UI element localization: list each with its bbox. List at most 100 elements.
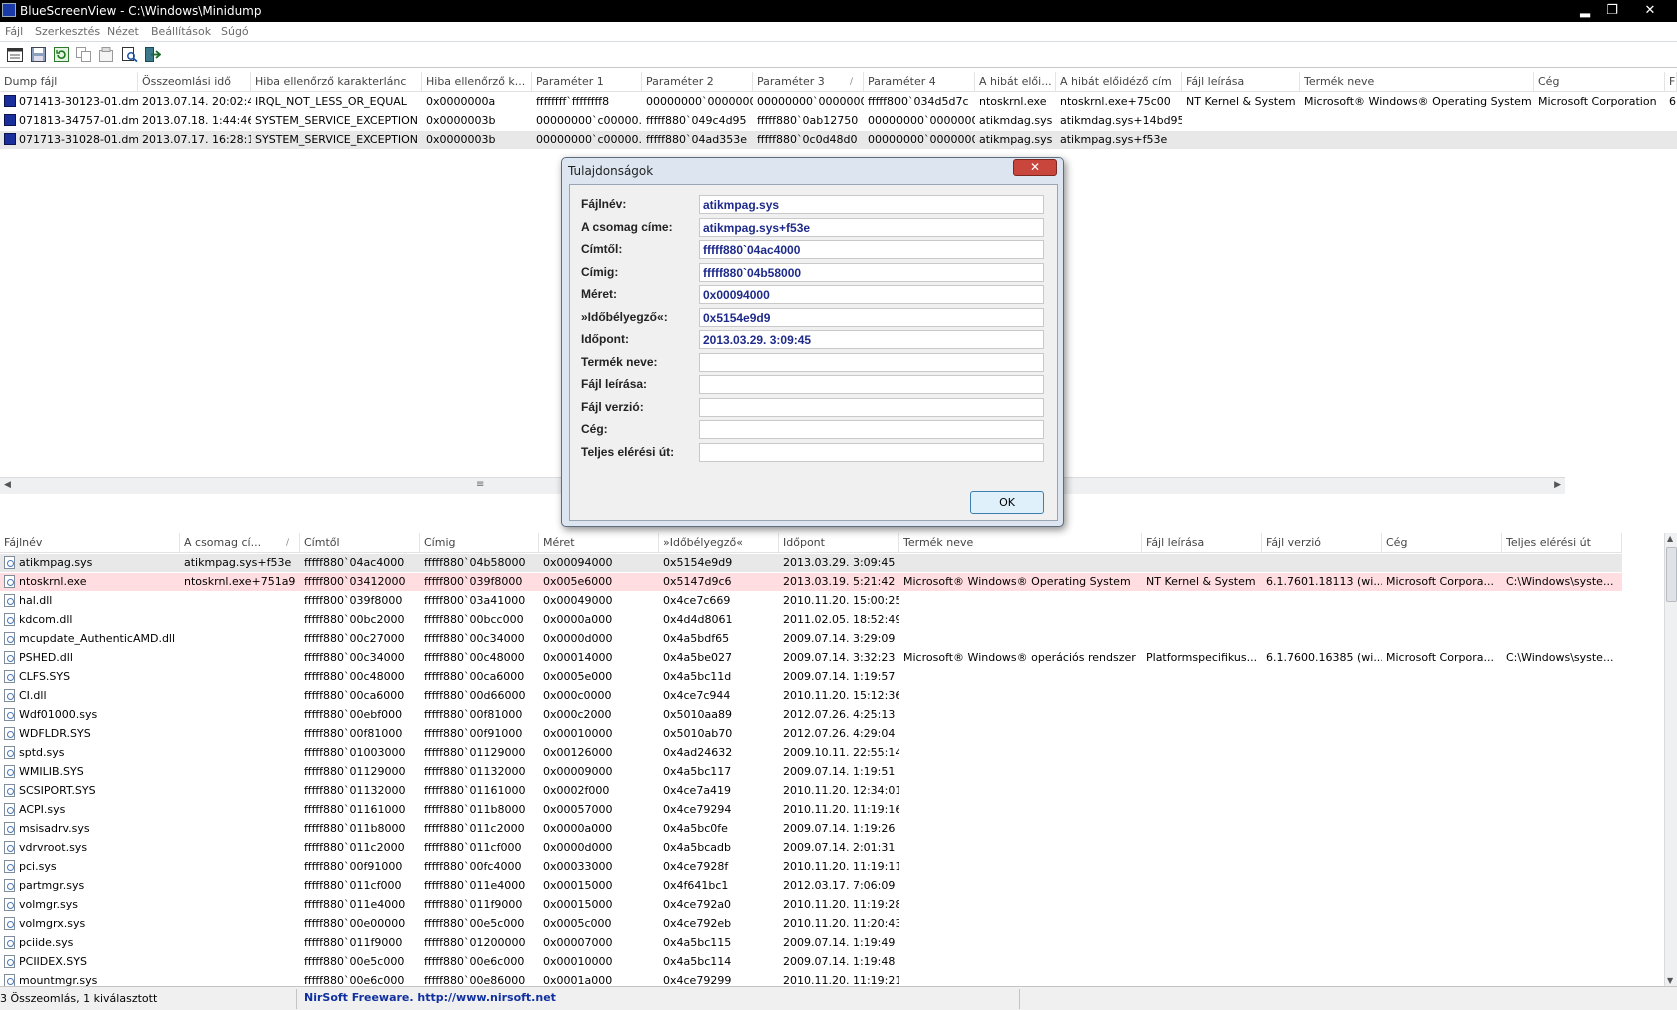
field-value[interactable] [699, 375, 1044, 394]
bottom-column-header[interactable]: Időpont [779, 533, 899, 553]
driver-row[interactable]: pciide.sys fffff880`011f9000 fffff880`0120… [0, 934, 1622, 952]
bottom-cell [1142, 972, 1262, 986]
scroll-thumb[interactable] [1666, 547, 1677, 602]
driver-file-icon [4, 575, 15, 588]
field-value[interactable]: fffff880`04b58000 [699, 262, 1044, 282]
driver-row[interactable]: partmgr.sys fffff880`011cf000 fffff880`011… [0, 877, 1622, 895]
driver-row[interactable]: msisadrv.sys fffff880`011b8000 fffff880`01… [0, 820, 1622, 838]
driver-row[interactable]: volmgrx.sys fffff880`00e00000 fffff880`00e… [0, 915, 1622, 933]
driver-row[interactable]: atikmpag.sys atikmpag.sys+f53e fffff880`04… [0, 554, 1622, 572]
loaded-drivers-list[interactable]: Fájlnév A csomag cí... / Címtől Címig Méret »I… [0, 533, 1664, 986]
driver-row[interactable]: hal.dll fffff800`039f8000 fffff800`03a4100… [0, 592, 1622, 610]
driver-row[interactable]: volmgr.sys fffff880`011e4000 fffff880`011f… [0, 896, 1622, 914]
bottom-column-header[interactable]: Teljes elérési út [1502, 533, 1622, 553]
scroll-left-arrow-icon[interactable]: ◀ [4, 480, 11, 490]
minimize-button[interactable]: ▂ [1572, 1, 1598, 20]
scroll-up-arrow-icon[interactable]: ▲ [1667, 534, 1673, 543]
bottom-column-header[interactable]: Termék neve [899, 533, 1142, 553]
bottom-column-header[interactable]: Címig [420, 533, 539, 553]
driver-row[interactable]: mountmgr.sys fffff880`00e6c000 fffff880`00… [0, 972, 1622, 986]
crash-row[interactable]: 071713-31028-01.dmp 2013.07.17. 16:28:17 S… [0, 131, 1677, 149]
driver-row[interactable]: PSHED.dll fffff880`00c34000 fffff880`00c48… [0, 649, 1622, 667]
driver-row[interactable]: sptd.sys fffff880`01003000 fffff880`011290… [0, 744, 1622, 762]
field-value[interactable]: 0x5154e9d9 [699, 307, 1044, 327]
bottom-cell [180, 782, 300, 800]
field-value[interactable] [699, 442, 1044, 462]
bottom-cell-text: sptd.sys [19, 746, 65, 759]
driver-row[interactable]: ntoskrnl.exe ntoskrnl.exe+751a9 fffff800`0… [0, 573, 1622, 591]
top-column-header[interactable]: Paraméter 3 [753, 72, 864, 92]
bottom-cell-text: fffff880`04b58000 [424, 556, 526, 569]
bottom-column-header[interactable]: Cég [1382, 533, 1502, 553]
top-column-header[interactable]: F [1665, 72, 1677, 92]
bottom-cell-text: fffff880`011cf000 [304, 879, 402, 892]
driver-row[interactable]: WDFLDR.SYS fffff880`00f81000 fffff880`00f9… [0, 725, 1622, 743]
field-value[interactable]: 0x00094000 [699, 285, 1044, 304]
field-value[interactable]: atikmpag.sys [699, 195, 1044, 214]
top-column-header[interactable]: A hibát elői... [975, 72, 1056, 92]
bottom-column-header[interactable]: Fájlnév [0, 533, 180, 553]
menu-edit[interactable]: Szerkesztés [35, 25, 100, 38]
top-column-header[interactable]: Fájl leírása [1182, 72, 1300, 92]
driver-file-icon [4, 689, 15, 702]
field-value[interactable] [699, 397, 1044, 417]
driver-row[interactable]: CLFS.SYS fffff880`00c48000 fffff880`00ca60… [0, 668, 1622, 686]
top-column-header[interactable]: Dump fájl [0, 72, 138, 92]
driver-row[interactable]: SCSIPORT.SYS fffff880`01132000 fffff880`01… [0, 782, 1622, 800]
bottom-column-header[interactable]: Fájl leírása [1142, 533, 1262, 553]
driver-row[interactable]: mcupdate_AuthenticAMD.dll fffff880`00c270… [0, 630, 1622, 648]
driver-row[interactable]: vdrvroot.sys fffff880`011c2000 fffff880`01… [0, 839, 1622, 857]
driver-row[interactable]: ACPI.sys fffff880`01161000 fffff880`011b80… [0, 801, 1622, 819]
top-column-header[interactable]: A hibát előidéző cím [1056, 72, 1182, 92]
menu-settings[interactable]: Beállítások [151, 25, 211, 38]
find-icon[interactable] [121, 46, 139, 63]
top-column-header[interactable]: Összeomlási idő [138, 72, 251, 92]
bottom-column-header[interactable]: Méret [539, 533, 659, 553]
driver-row[interactable]: CI.dll fffff880`00ca6000 fffff880`00d66000… [0, 687, 1622, 705]
properties-icon[interactable] [98, 46, 116, 63]
crash-row[interactable]: 071813-34757-01.dmp 2013.07.18. 1:44:46 SY… [0, 112, 1677, 130]
exit-icon[interactable] [144, 46, 162, 63]
field-value[interactable] [699, 352, 1044, 372]
driver-row[interactable]: Wdf01000.sys fffff880`00ebf000 fffff880`00… [0, 706, 1622, 724]
menu-file[interactable]: Fájl [5, 25, 23, 38]
top-column-header[interactable]: Cég [1534, 72, 1665, 92]
html-report-icon[interactable] [6, 46, 24, 63]
top-column-header[interactable]: Termék neve [1300, 72, 1534, 92]
bottom-cell-text: 2009.07.14. 1:19:51 [783, 765, 896, 778]
bottom-cell-text: ACPI.sys [19, 803, 66, 816]
field-value[interactable] [699, 420, 1044, 439]
maximize-button[interactable]: ❐ [1599, 1, 1625, 20]
bottom-column-header[interactable]: Címtől [300, 533, 420, 553]
field-value[interactable]: 2013.03.29. 3:09:45 [699, 330, 1044, 349]
top-column-header[interactable]: Paraméter 2 [642, 72, 753, 92]
close-button[interactable]: ✕ [1637, 1, 1663, 20]
crash-row[interactable]: 071413-30123-01.dmp 2013.07.14. 20:02:45 I… [0, 93, 1677, 111]
save-icon[interactable] [29, 46, 47, 63]
copy-icon[interactable] [75, 46, 93, 63]
bottom-cell: 0x00007000 [539, 934, 659, 952]
scroll-grip[interactable]: ≡ [476, 479, 484, 490]
top-column-header[interactable]: Hiba ellenőrző k... [422, 72, 532, 92]
bottom-column-header[interactable]: Fájl verzió [1262, 533, 1382, 553]
top-column-header[interactable]: Hiba ellenőrző karakterlánc [251, 72, 422, 92]
driver-row[interactable]: WMILIB.SYS fffff880`01129000 fffff880`0113… [0, 763, 1622, 781]
scroll-down-arrow-icon[interactable]: ▼ [1667, 976, 1673, 985]
nirsoft-link[interactable]: NirSoft Freeware. http://www.nirsoft.net [304, 991, 556, 1004]
dialog-close-button[interactable]: ✕ [1013, 159, 1057, 176]
ok-button[interactable]: OK [970, 491, 1044, 514]
field-value[interactable]: atikmpag.sys+f53e [699, 217, 1044, 237]
bottom-column-header[interactable]: A csomag cí... [180, 533, 300, 553]
driver-row[interactable]: PCIIDEX.SYS fffff880`00e5c000 fffff880`00e… [0, 953, 1622, 971]
driver-row[interactable]: kdcom.dll fffff880`00bc2000 fffff880`00bcc… [0, 611, 1622, 629]
top-column-header[interactable]: Paraméter 1 [532, 72, 642, 92]
menu-help[interactable]: Súgó [221, 25, 249, 38]
field-value[interactable]: fffff880`04ac4000 [699, 240, 1044, 259]
refresh-icon[interactable] [52, 46, 70, 63]
top-column-header[interactable]: Paraméter 4 [864, 72, 975, 92]
menu-view[interactable]: Nézet [107, 25, 139, 38]
bottom-column-header[interactable]: »Időbélyegző« [659, 533, 779, 553]
driver-row[interactable]: pci.sys fffff880`00f91000 fffff880`00fc400… [0, 858, 1622, 876]
scroll-right-arrow-icon[interactable]: ▶ [1554, 480, 1561, 490]
bottom-list-vertical-scrollbar[interactable]: ▲ ▼ [1664, 533, 1677, 986]
